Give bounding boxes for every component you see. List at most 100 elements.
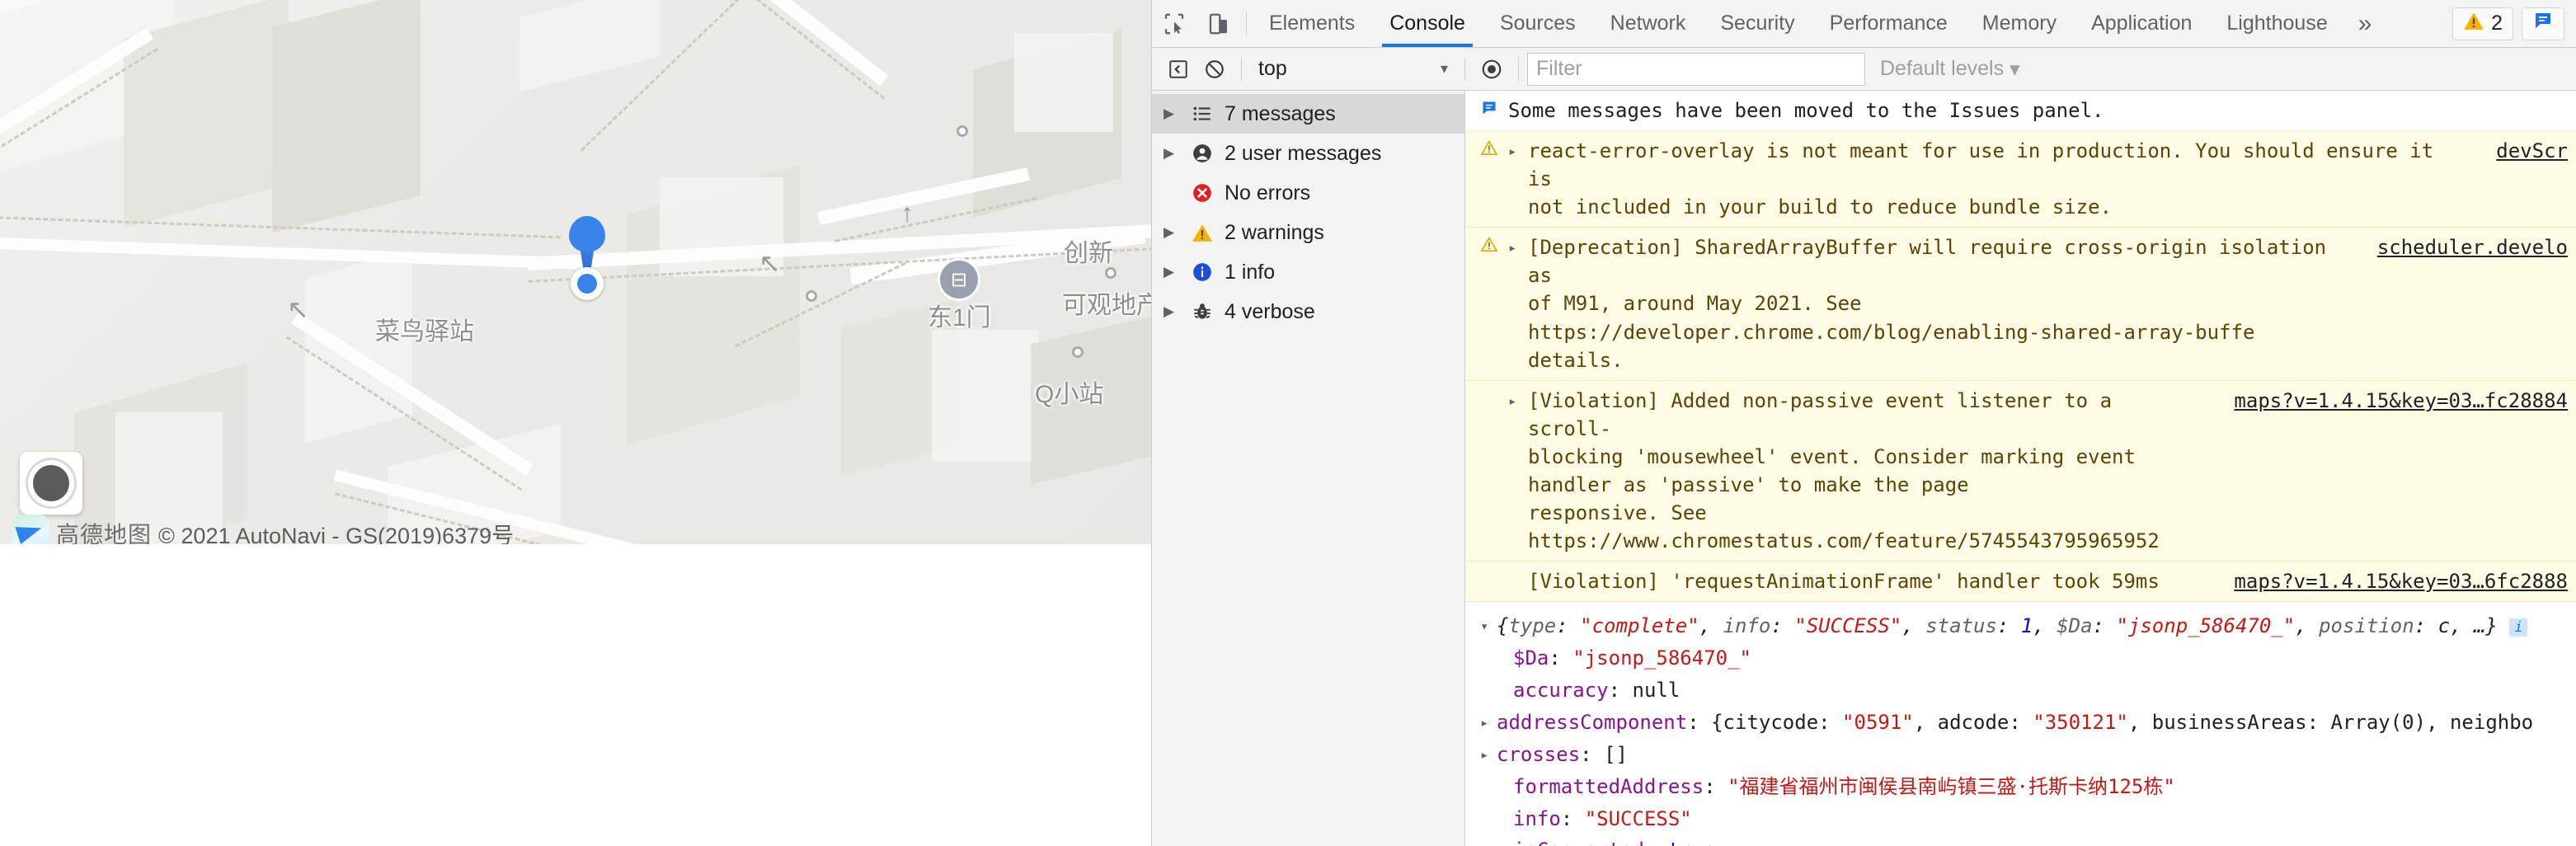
issues-icon — [2532, 11, 2554, 36]
log-levels-label: Default levels — [1880, 57, 2005, 80]
map-poi-dot[interactable] — [1105, 267, 1116, 279]
map-poi-dot[interactable] — [806, 290, 817, 302]
tab-application[interactable]: Application — [2074, 0, 2209, 47]
property-value: null — [1632, 679, 1681, 702]
live-expression-icon[interactable] — [1474, 51, 1510, 87]
gate-icon[interactable]: ⊟ — [940, 261, 978, 298]
summary-key: position — [2319, 614, 2414, 638]
console-message-warning[interactable]: ▸ [Deprecation] SharedArrayBuffer will r… — [1465, 228, 2576, 381]
sidebar-item-label: 2 warnings — [1225, 220, 1324, 244]
map-label: Q小站 — [1035, 381, 1104, 408]
expand-triangle-icon[interactable]: ▸ — [1508, 137, 1520, 221]
sidebar-item-info[interactable]: ▶ 1 info — [1152, 252, 1464, 292]
tab-performance[interactable]: Performance — [1812, 0, 1965, 47]
console-message-violation[interactable]: [Violation] 'requestAnimationFrame' hand… — [1465, 562, 2576, 603]
object-property-row[interactable]: ▸ addressComponent: {citycode: "0591", a… — [1480, 707, 2576, 739]
bug-icon — [1188, 301, 1216, 322]
tab-lighthouse[interactable]: Lighthouse — [2209, 0, 2344, 47]
map-attribution: 高德地图 © 2021 AutoNavi - GS(2019)6379号 — [12, 515, 514, 544]
warning-icon — [1478, 137, 1500, 221]
more-tabs-chevron-icon[interactable]: » — [2345, 0, 2386, 47]
object-summary-text: {type: "complete", info: "SUCCESS", stat… — [1497, 610, 2528, 642]
map-direction-arrow: ↖ — [759, 248, 781, 278]
map-poi-dot[interactable] — [957, 125, 968, 137]
amap-brand-label: 高德地图 — [56, 522, 153, 544]
info-badge-icon[interactable]: i — [2509, 618, 2528, 637]
triangle-spacer — [1497, 803, 1513, 809]
summary-value: 1 — [2020, 614, 2033, 638]
expand-triangle-icon[interactable]: ▶ — [1163, 264, 1180, 280]
message-gutter-spacer — [1478, 567, 1500, 595]
console-message-list[interactable]: Some messages have been moved to the Iss… — [1465, 91, 2576, 846]
sidebar-item-warnings[interactable]: ▶ 2 warnings — [1152, 213, 1464, 252]
devtools-panel: Elements Console Sources Network Securit… — [1151, 0, 2576, 846]
tab-memory[interactable]: Memory — [1965, 0, 2074, 47]
sidebar-item-verbose[interactable]: ▶ 4 verbose — [1152, 292, 1464, 331]
object-summary-row[interactable]: ▾ {type: "complete", info: "SUCCESS", st… — [1480, 610, 2576, 642]
clear-console-icon[interactable] — [1196, 51, 1233, 87]
console-message-source-link[interactable]: maps?v=1.4.15&key=03…6fc2888 — [2212, 567, 2568, 595]
location-marker[interactable] — [561, 216, 613, 307]
list-icon — [1188, 103, 1216, 125]
warning-icon — [2463, 11, 2484, 36]
marker-pin-head — [569, 216, 605, 252]
devtools-tab-list: Elements Console Sources Network Securit… — [1252, 0, 2441, 47]
console-message-source-link[interactable]: devScr — [2475, 137, 2568, 221]
summary-ellipsis: …} — [2473, 614, 2498, 638]
object-property-row: accuracy: null — [1480, 674, 2576, 707]
tab-console[interactable]: Console — [1372, 0, 1483, 47]
console-message-text: react-error-overlay is not meant for use… — [1528, 139, 2434, 219]
devtools-tabstrip: Elements Console Sources Network Securit… — [1152, 0, 2576, 48]
object-property-row[interactable]: ▸ crosses: [] — [1480, 739, 2576, 771]
tab-network[interactable]: Network — [1593, 0, 1704, 47]
console-message-source-link[interactable]: maps?v=1.4.15&key=03…fc28884 — [2212, 387, 2568, 555]
console-filter-input[interactable]: Filter — [1527, 52, 1865, 86]
property-value: "SUCCESS" — [1584, 806, 1692, 830]
device-toolbar-icon[interactable] — [1196, 0, 1241, 47]
chevron-down-icon: ▾ — [1440, 60, 1448, 77]
map-building — [1014, 33, 1113, 132]
map-label: 创新 — [1064, 240, 1113, 267]
map-canvas[interactable]: ⊟ ↑ ↖ ↖ 菜鸟驿站 东1门 可观地产 Q小站 创新 高德地图 © 2021… — [0, 0, 1151, 544]
expand-triangle-icon[interactable]: ▸ — [1508, 387, 1520, 555]
marker-base-dot — [577, 274, 597, 294]
tab-sources[interactable]: Sources — [1483, 0, 1593, 47]
console-object-output[interactable]: ▾ {type: "complete", info: "SUCCESS", st… — [1465, 602, 2576, 846]
console-message-issues-banner[interactable]: Some messages have been moved to the Iss… — [1465, 91, 2576, 132]
expand-triangle-icon[interactable]: ▸ — [1480, 739, 1497, 768]
locate-icon — [33, 465, 69, 501]
sidebar-item-errors[interactable]: No errors — [1152, 173, 1464, 213]
console-message-text: [Violation] 'requestAnimationFrame' hand… — [1528, 570, 2160, 594]
console-body: ▶ 7 messages ▶ 2 user messages No errors… — [1152, 91, 2576, 846]
tab-elements[interactable]: Elements — [1252, 0, 1372, 47]
console-message-warning[interactable]: ▸ react-error-overlay is not meant for u… — [1465, 131, 2576, 228]
sidebar-item-all-messages[interactable]: ▶ 7 messages — [1152, 94, 1464, 134]
expand-triangle-icon[interactable]: ▶ — [1163, 106, 1180, 122]
expand-triangle-icon[interactable]: ▸ — [1480, 707, 1497, 736]
expand-triangle-icon[interactable]: ▸ — [1508, 233, 1520, 374]
map-building — [932, 330, 1039, 462]
locate-button[interactable] — [20, 452, 82, 515]
expand-triangle-icon[interactable]: ▶ — [1163, 145, 1180, 162]
tab-security[interactable]: Security — [1703, 0, 1812, 47]
sidebar-item-user-messages[interactable]: ▶ 2 user messages — [1152, 134, 1464, 173]
log-levels-select[interactable]: Default levels ▾ — [1880, 57, 2020, 82]
map-label: 东1门 — [928, 304, 991, 331]
expand-triangle-icon[interactable]: ▶ — [1163, 224, 1180, 241]
inspect-element-icon[interactable] — [1152, 0, 1196, 47]
map-poi-dot[interactable] — [1072, 346, 1084, 358]
toolbar-divider — [1246, 12, 1247, 35]
sidebar-item-label: 1 info — [1225, 260, 1276, 284]
expand-triangle-icon[interactable]: ▶ — [1163, 303, 1180, 320]
collapse-triangle-icon[interactable]: ▾ — [1480, 610, 1497, 639]
map-direction-arrow: ↑ — [900, 198, 914, 228]
issues-panel-button[interactable] — [2522, 7, 2564, 40]
execution-context-value: top — [1258, 57, 1287, 80]
console-message-text: Some messages have been moved to the Iss… — [1508, 99, 2104, 122]
warning-count-badge[interactable]: 2 — [2452, 7, 2513, 40]
toolbar-divider — [1518, 57, 1519, 81]
console-message-violation[interactable]: ▸ [Violation] Added non-passive event li… — [1465, 380, 2576, 562]
execution-context-select[interactable]: top ▾ — [1250, 53, 1456, 86]
console-sidebar-toggle-icon[interactable] — [1160, 51, 1196, 87]
console-message-source-link[interactable]: scheduler.develo — [2356, 233, 2568, 374]
